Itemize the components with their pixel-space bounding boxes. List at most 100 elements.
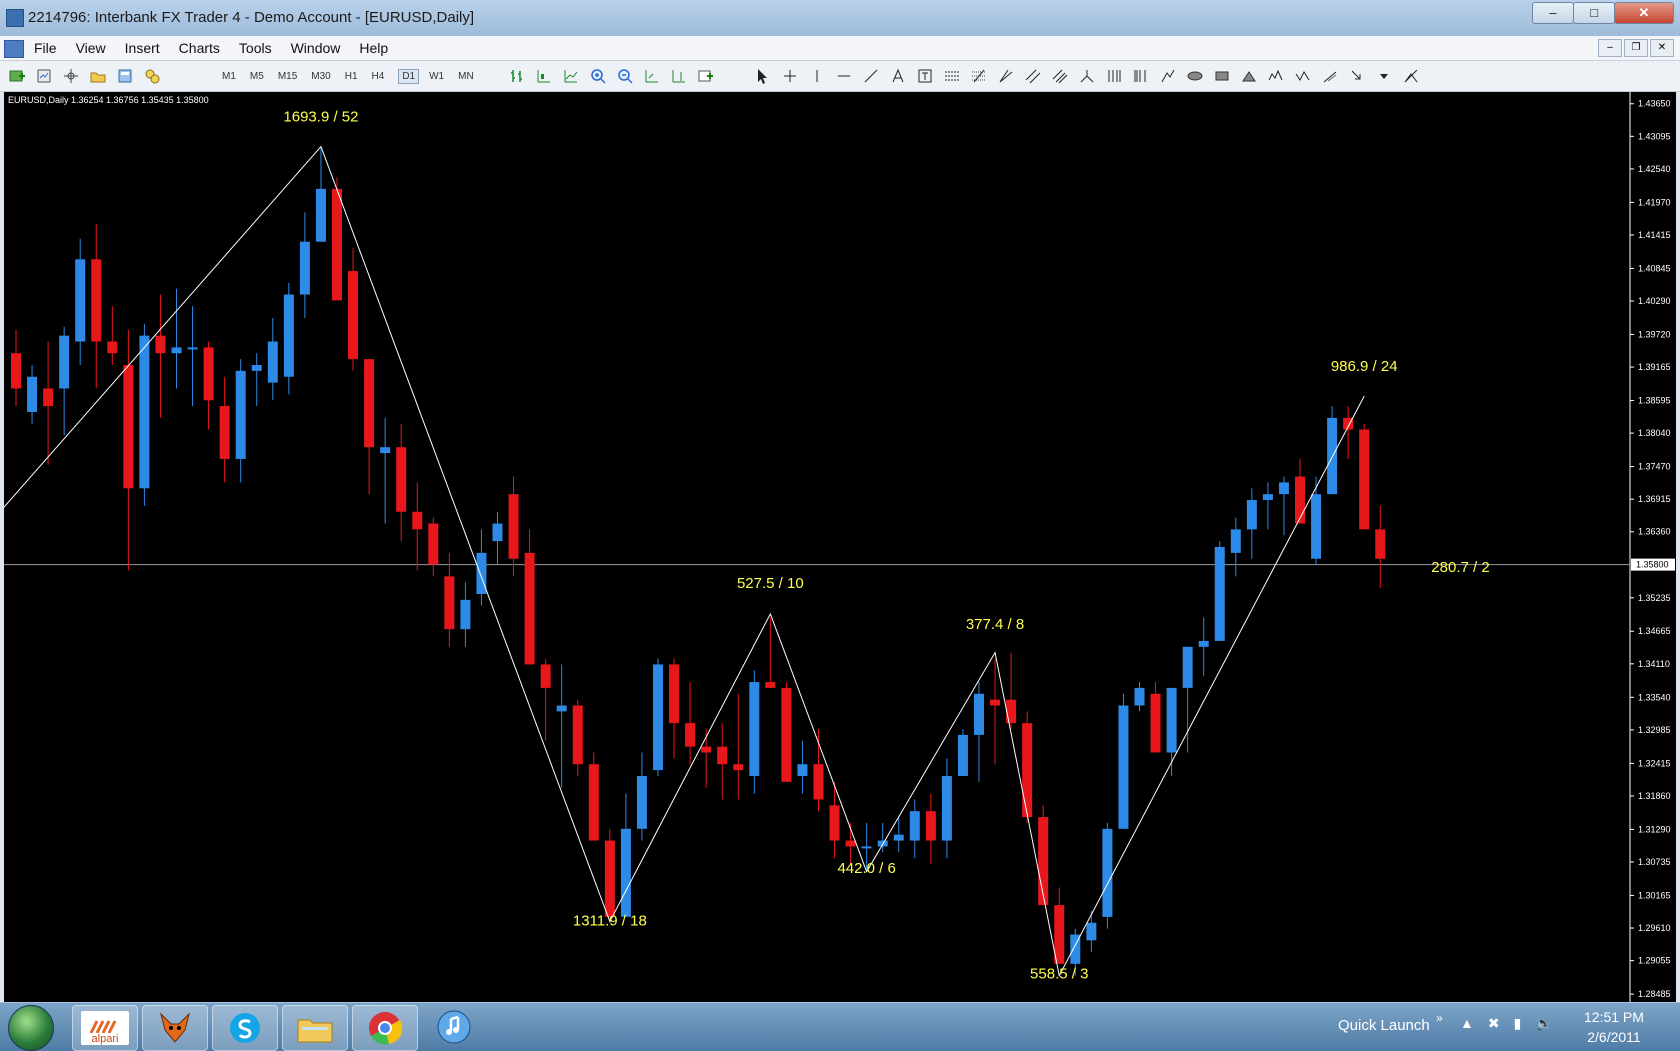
menu-help[interactable]: Help — [359, 40, 388, 56]
new-chart-icon[interactable] — [6, 66, 28, 86]
fibo-timezones-icon[interactable] — [1130, 66, 1152, 86]
volume-icon[interactable]: 🔈 — [1535, 1015, 1552, 1032]
candle-body — [653, 664, 663, 771]
periodicity-icon[interactable] — [1400, 66, 1422, 86]
chart-window-icon[interactable] — [4, 40, 24, 58]
chart-window[interactable]: EURUSD,Daily 1.36254 1.36756 1.35435 1.3… — [4, 92, 1676, 1002]
timeframe-m15[interactable]: M15 — [278, 71, 297, 82]
chart-minimize-button[interactable]: – — [1598, 39, 1622, 57]
price-tick-label: 1.36360 — [1638, 527, 1671, 537]
timeframe-m5[interactable]: M5 — [250, 71, 264, 82]
system-clock[interactable]: 12:51 PM 2/6/2011 — [1584, 1007, 1644, 1047]
maximize-button[interactable]: □ — [1573, 2, 1615, 24]
fibonacci-fan-icon[interactable] — [968, 66, 990, 86]
menu-tools[interactable]: Tools — [239, 40, 272, 56]
tray-app-icon[interactable]: ✖ — [1488, 1015, 1500, 1032]
price-tick-label: 1.28485 — [1638, 989, 1671, 999]
menu-charts[interactable]: Charts — [179, 40, 220, 56]
text-label-icon[interactable] — [914, 66, 936, 86]
text-icon[interactable] — [887, 66, 909, 86]
price-tick-label: 1.37470 — [1638, 462, 1671, 472]
menu-view[interactable]: View — [76, 40, 106, 56]
timeframe-m30[interactable]: M30 — [311, 71, 330, 82]
chart-restore-button[interactable]: ❐ — [1624, 39, 1648, 57]
fibo-expansion-icon[interactable] — [1157, 66, 1179, 86]
menu-insert[interactable]: Insert — [125, 40, 160, 56]
timeframe-tools: M1 M5 M15 M30 H1 H4 D1 W1 MN — [222, 65, 488, 87]
price-tick-label: 1.41970 — [1638, 197, 1671, 207]
fibonacci-icon[interactable] — [941, 66, 963, 86]
bar-chart-icon[interactable] — [506, 66, 528, 86]
indicators-icon[interactable] — [695, 66, 717, 86]
objects-dropdown-icon[interactable] — [1373, 66, 1395, 86]
timeframe-d1[interactable]: D1 — [398, 68, 420, 84]
parallel-channel-icon[interactable] — [1049, 66, 1071, 86]
candle-body — [540, 664, 551, 688]
gann-line-icon[interactable] — [995, 66, 1017, 86]
candle-body — [1230, 529, 1241, 553]
cursor-icon[interactable] — [752, 66, 774, 86]
menu-window[interactable]: Window — [291, 40, 341, 56]
menu-file[interactable]: File — [34, 40, 57, 56]
price-tick-label: 1.31860 — [1638, 791, 1671, 801]
zoom-in-icon[interactable] — [587, 66, 609, 86]
navigator-icon[interactable] — [114, 66, 136, 86]
candle-body — [1118, 705, 1129, 829]
close-button[interactable]: ✕ — [1614, 2, 1674, 24]
candle-body — [1022, 723, 1033, 818]
vertical-line-icon[interactable] — [806, 66, 828, 86]
line-chart-icon[interactable] — [560, 66, 582, 86]
candle-body — [283, 294, 294, 377]
crosshair-icon[interactable] — [779, 66, 801, 86]
timeframe-h4[interactable]: H4 — [372, 71, 385, 82]
chart-close-button[interactable]: ✕ — [1650, 39, 1674, 57]
expert-advisors-icon[interactable] — [141, 66, 163, 86]
start-button[interactable] — [8, 1005, 54, 1051]
tray-expand-icon[interactable]: ▲ — [1460, 1015, 1474, 1032]
candle-body — [492, 523, 503, 542]
taskbar-app-explorer[interactable] — [282, 1005, 348, 1051]
zoom-out-icon[interactable] — [614, 66, 636, 86]
title-bar: 2214796: Interbank FX Trader 4 - Demo Ac… — [0, 0, 1680, 37]
auto-scroll-icon[interactable] — [641, 66, 663, 86]
horizontal-line-icon[interactable] — [833, 66, 855, 86]
candle-body — [669, 664, 680, 724]
timeframe-w1[interactable]: W1 — [429, 71, 444, 82]
timeframe-mn[interactable]: MN — [458, 71, 474, 82]
candle-body — [893, 834, 904, 841]
triangle-icon[interactable] — [1238, 66, 1260, 86]
price-chart[interactable]: 1.43650 1.43095 1.42540 1.41970 1.41415 1.408… — [4, 92, 1676, 1002]
crosshair-move-icon[interactable] — [60, 66, 82, 86]
candle-body — [572, 705, 583, 765]
trendline-icon[interactable] — [860, 66, 882, 86]
taskbar-app-fox[interactable] — [142, 1005, 208, 1051]
elliott-correction-icon[interactable] — [1292, 66, 1314, 86]
fox-icon — [160, 1012, 190, 1043]
network-icon[interactable]: ▮ — [1514, 1015, 1522, 1032]
minimize-button[interactable]: – — [1532, 2, 1574, 24]
open-folder-icon[interactable] — [87, 66, 109, 86]
andrews-pitchfork-icon[interactable] — [1076, 66, 1098, 86]
taskbar-app-chrome[interactable] — [352, 1005, 418, 1051]
candle-body — [733, 764, 744, 771]
price-tick-label: 1.31290 — [1638, 824, 1671, 834]
ellipse-icon[interactable] — [1184, 66, 1206, 86]
cycle-lines-icon[interactable] — [1103, 66, 1125, 86]
profiles-icon[interactable] — [33, 66, 55, 86]
channel-icon[interactable] — [1022, 66, 1044, 86]
regression-channel-icon[interactable] — [1319, 66, 1341, 86]
arrows-icon[interactable] — [1346, 66, 1368, 86]
candlestick-icon[interactable] — [533, 66, 555, 86]
timeframe-m1[interactable]: M1 — [222, 71, 236, 82]
taskbar-app-itunes[interactable] — [422, 1005, 486, 1049]
quick-launch-label[interactable]: Quick Launch — [1338, 1017, 1430, 1034]
chart-shift-icon[interactable] — [668, 66, 690, 86]
price-tick-label: 1.35235 — [1638, 593, 1671, 603]
elliott-wave-icon[interactable] — [1265, 66, 1287, 86]
quick-launch-arrow[interactable]: » — [1436, 1011, 1443, 1025]
candle-body — [1182, 646, 1193, 688]
rectangle-icon[interactable] — [1211, 66, 1233, 86]
timeframe-h1[interactable]: H1 — [345, 71, 358, 82]
taskbar-app-alpari[interactable]: alpari — [72, 1005, 138, 1051]
taskbar-app-skype[interactable] — [212, 1005, 278, 1051]
